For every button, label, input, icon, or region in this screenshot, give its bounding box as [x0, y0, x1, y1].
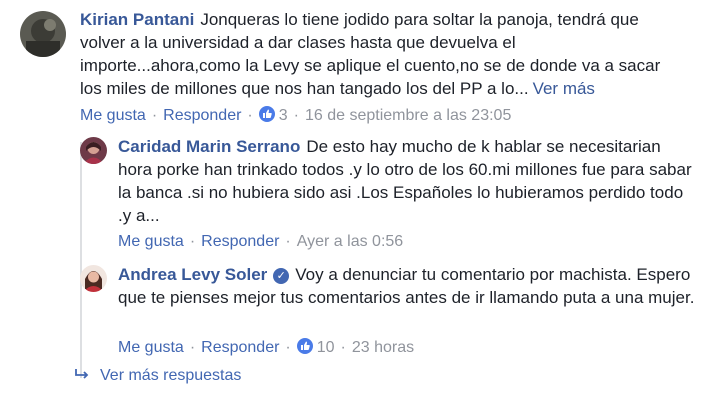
thumbs-up-icon: [258, 106, 275, 122]
comment-timestamp[interactable]: 16 de septiembre a las 23:05: [305, 107, 511, 124]
reply-arrow-icon: [74, 367, 90, 385]
see-more-link[interactable]: Ver más: [533, 79, 595, 98]
comment-actions: Me gusta · Responder · 3 · 16 de septiembre a …: [80, 106, 512, 124]
reply-author[interactable]: Andrea Levy Soler: [118, 265, 267, 284]
reply-timestamp[interactable]: Ayer a las 0:56: [297, 233, 403, 250]
more-replies-link[interactable]: Ver más respuestas: [74, 367, 241, 385]
like-button[interactable]: Me gusta: [80, 107, 146, 124]
reaction-count[interactable]: 3: [279, 107, 288, 124]
reply-timestamp[interactable]: 23 horas: [352, 339, 414, 356]
like-button[interactable]: Me gusta: [118, 339, 184, 356]
avatar[interactable]: [80, 137, 107, 164]
reply-button[interactable]: Responder: [163, 107, 241, 124]
more-replies-label: Ver más respuestas: [100, 367, 242, 384]
avatar[interactable]: [20, 11, 66, 57]
comment-author[interactable]: Kirian Pantani: [80, 10, 194, 29]
verified-check-icon: ✓: [273, 268, 290, 284]
thumbs-up-icon: [296, 338, 313, 354]
reply-actions: Me gusta · Responder · 10 · 23 horas: [118, 338, 415, 356]
like-button[interactable]: Me gusta: [118, 233, 184, 250]
reply-actions: Me gusta · Responder · Ayer a las 0:56: [118, 233, 404, 250]
reply-author[interactable]: Caridad Marin Serrano: [118, 137, 300, 156]
reaction-count[interactable]: 10: [317, 339, 335, 356]
reply-button[interactable]: Responder: [201, 339, 279, 356]
reply-button[interactable]: Responder: [201, 233, 279, 250]
reply-thread-line: [80, 142, 82, 378]
avatar[interactable]: [80, 265, 107, 292]
